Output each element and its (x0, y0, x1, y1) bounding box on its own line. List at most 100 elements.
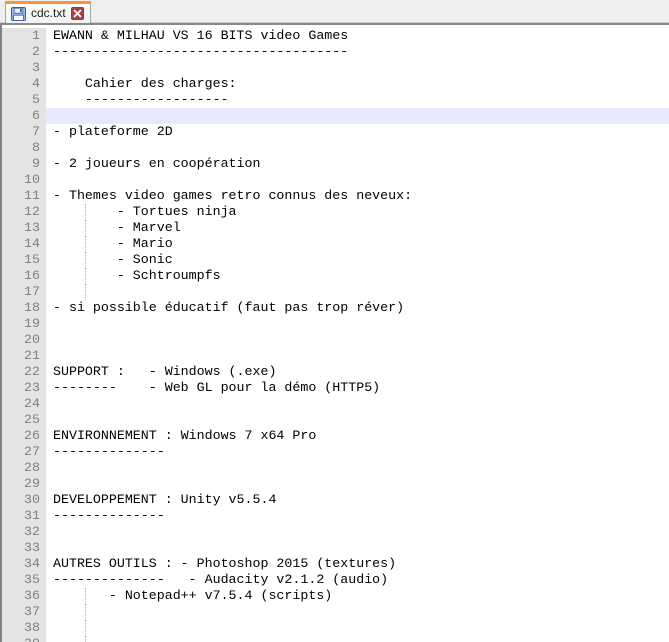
line-text[interactable] (46, 524, 669, 540)
line-text[interactable]: ENVIRONNEMENT : Windows 7 x64 Pro (46, 428, 669, 444)
line-text[interactable]: ------------------ (46, 92, 669, 108)
line-text[interactable] (46, 348, 669, 364)
line-text[interactable]: - plateforme 2D (46, 124, 669, 140)
line-number: 21 (2, 348, 46, 364)
line-text[interactable]: - 2 joueurs en coopération (46, 156, 669, 172)
line-number: 20 (2, 332, 46, 348)
editor-line-26: 26ENVIRONNEMENT : Windows 7 x64 Pro (2, 428, 669, 444)
line-number: 7 (2, 124, 46, 140)
editor-line-13: 13 - Marvel (2, 220, 669, 236)
editor-line-7: 7- plateforme 2D (2, 124, 669, 140)
line-number: 19 (2, 316, 46, 332)
line-text[interactable] (46, 60, 669, 76)
editor-line-8: 8 (2, 140, 669, 156)
line-number: 4 (2, 76, 46, 92)
editor-line-39: 39 (2, 636, 669, 642)
line-number: 12 (2, 204, 46, 220)
editor-line-5: 5 ------------------ (2, 92, 669, 108)
line-text[interactable] (46, 412, 669, 428)
editor-line-38: 38 (2, 620, 669, 636)
editor-line-15: 15 - Sonic (2, 252, 669, 268)
editor-line-9: 9- 2 joueurs en coopération (2, 156, 669, 172)
line-number: 29 (2, 476, 46, 492)
editor-lines: 1EWANN & MILHAU VS 16 BITS video Games2-… (2, 28, 669, 642)
line-text[interactable] (46, 140, 669, 156)
line-number: 10 (2, 172, 46, 188)
line-number: 3 (2, 60, 46, 76)
line-text[interactable] (46, 284, 669, 300)
line-number: 25 (2, 412, 46, 428)
line-text[interactable]: - Notepad++ v7.5.4 (scripts) (46, 588, 669, 604)
line-number: 1 (2, 28, 46, 44)
line-text[interactable]: -------- - Web GL pour la démo (HTTP5) (46, 380, 669, 396)
line-number: 39 (2, 636, 46, 642)
line-text[interactable]: - si possible éducatif (faut pas trop ré… (46, 300, 669, 316)
editor-line-36: 36 - Notepad++ v7.5.4 (scripts) (2, 588, 669, 604)
line-text[interactable]: - Marvel (46, 220, 669, 236)
line-number: 38 (2, 620, 46, 636)
line-number: 33 (2, 540, 46, 556)
line-text[interactable] (46, 540, 669, 556)
line-number: 37 (2, 604, 46, 620)
line-text[interactable] (46, 604, 669, 620)
line-text[interactable]: -------------- (46, 444, 669, 460)
line-number: 11 (2, 188, 46, 204)
editor-line-33: 33 (2, 540, 669, 556)
line-text[interactable] (46, 332, 669, 348)
editor-line-30: 30DEVELOPPEMENT : Unity v5.5.4 (2, 492, 669, 508)
line-text[interactable] (46, 108, 669, 124)
editor-line-4: 4 Cahier des charges: (2, 76, 669, 92)
editor-line-10: 10 (2, 172, 669, 188)
editor-line-24: 24 (2, 396, 669, 412)
line-number: 36 (2, 588, 46, 604)
line-text[interactable]: -------------- - Audacity v2.1.2 (audio) (46, 572, 669, 588)
line-number: 16 (2, 268, 46, 284)
line-text[interactable]: EWANN & MILHAU VS 16 BITS video Games (46, 28, 669, 44)
line-text[interactable] (46, 316, 669, 332)
editor-line-32: 32 (2, 524, 669, 540)
line-text[interactable]: ------------------------------------- (46, 44, 669, 60)
line-text[interactable] (46, 476, 669, 492)
editor-line-35: 35-------------- - Audacity v2.1.2 (audi… (2, 572, 669, 588)
line-text[interactable]: - Themes video games retro connus des ne… (46, 188, 669, 204)
line-text[interactable] (46, 636, 669, 642)
editor-line-29: 29 (2, 476, 669, 492)
editor-line-34: 34AUTRES OUTILS : - Photoshop 2015 (text… (2, 556, 669, 572)
line-number: 2 (2, 44, 46, 60)
line-text[interactable] (46, 396, 669, 412)
editor-line-12: 12 - Tortues ninja (2, 204, 669, 220)
editor-line-17: 17 (2, 284, 669, 300)
editor-line-1: 1EWANN & MILHAU VS 16 BITS video Games (2, 28, 669, 44)
line-text[interactable]: - Sonic (46, 252, 669, 268)
line-number: 8 (2, 140, 46, 156)
editor-line-22: 22SUPPORT : - Windows (.exe) (2, 364, 669, 380)
line-number: 14 (2, 236, 46, 252)
editor-line-25: 25 (2, 412, 669, 428)
editor-line-3: 3 (2, 60, 669, 76)
line-text[interactable]: - Mario (46, 236, 669, 252)
tab-bar: cdc.txt (0, 0, 669, 25)
line-number: 9 (2, 156, 46, 172)
editor-line-37: 37 (2, 604, 669, 620)
tab-cdc-txt[interactable]: cdc.txt (5, 1, 91, 23)
editor-line-27: 27-------------- (2, 444, 669, 460)
save-icon (11, 7, 26, 21)
line-text[interactable] (46, 172, 669, 188)
line-number: 28 (2, 460, 46, 476)
line-text[interactable] (46, 620, 669, 636)
line-text[interactable]: Cahier des charges: (46, 76, 669, 92)
line-number: 26 (2, 428, 46, 444)
line-number: 24 (2, 396, 46, 412)
line-text[interactable]: DEVELOPPEMENT : Unity v5.5.4 (46, 492, 669, 508)
line-number: 6 (2, 108, 46, 124)
line-text[interactable]: AUTRES OUTILS : - Photoshop 2015 (textur… (46, 556, 669, 572)
line-number: 30 (2, 492, 46, 508)
line-text[interactable]: SUPPORT : - Windows (.exe) (46, 364, 669, 380)
line-text[interactable] (46, 460, 669, 476)
line-number: 27 (2, 444, 46, 460)
close-icon[interactable] (71, 7, 84, 20)
line-text[interactable]: -------------- (46, 508, 669, 524)
line-text[interactable]: - Tortues ninja (46, 204, 669, 220)
line-text[interactable]: - Schtroumpfs (46, 268, 669, 284)
text-editor[interactable]: 1EWANN & MILHAU VS 16 BITS video Games2-… (0, 25, 669, 642)
